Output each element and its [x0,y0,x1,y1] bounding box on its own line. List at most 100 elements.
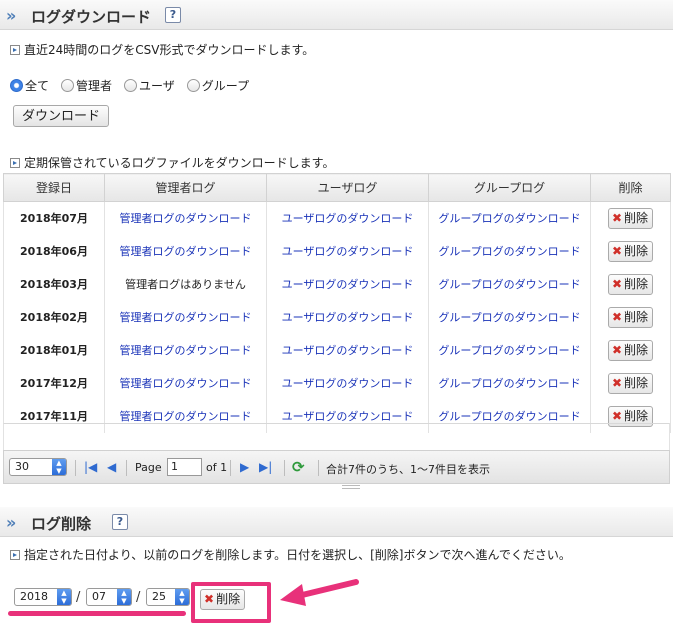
user-log-download-link[interactable]: ユーザログのダウンロード [282,212,414,225]
column-header-date[interactable]: 登録日 [3,173,105,202]
table-header-row: 登録日 管理者ログ ユーザログ グループログ 削除 [3,173,671,202]
refresh-icon[interactable]: ⟳ [292,458,305,476]
resize-grip-icon[interactable] [342,485,360,489]
pager-summary: 合計7件のうち、1〜7件目を表示 [326,463,490,476]
download-section-header: » ログダウンロード ? [0,0,673,30]
next-page-icon[interactable]: ▶ [240,460,249,474]
delete-section-title: ログ削除 [31,515,92,533]
select-arrows-icon: ▲ ▼ [175,589,189,605]
annotation-underline [8,611,186,616]
radio-user[interactable]: ユーザ [124,77,175,94]
radio-checked-icon[interactable] [10,79,23,92]
row-delete-button[interactable]: ✖ 削除 [607,372,654,394]
column-header-user-log[interactable]: ユーザログ [266,173,429,202]
row-delete-label: 削除 [624,276,649,291]
group-log-download-link[interactable]: グループログのダウンロード [438,377,580,390]
row-date: 2018年03月 [3,267,105,301]
log-files-table: 登録日 管理者ログ ユーザログ グループログ 削除 2018年07月 管理者ログ… [3,173,671,433]
admin-log-download-link[interactable]: 管理者ログのダウンロード [120,311,252,324]
pager-separator [75,460,76,476]
page-of-label: of 1 [206,461,228,474]
day-value: 25 [152,590,166,603]
radio-unchecked-icon[interactable] [124,79,138,92]
pager-separator [230,460,231,476]
group-log-download-link[interactable]: グループログのダウンロード [438,278,580,291]
year-select[interactable]: 2018 ▲ ▼ [14,588,72,606]
user-log-download-link[interactable]: ユーザログのダウンロード [282,410,414,423]
first-page-icon[interactable]: |◀ [84,460,97,474]
row-delete-label: 削除 [624,210,649,225]
user-log-download-link[interactable]: ユーザログのダウンロード [282,377,414,390]
x-icon: ✖ [611,276,623,291]
row-delete-button[interactable]: ✖ 削除 [607,207,654,229]
x-icon: ✖ [611,375,623,390]
help-icon[interactable]: ? [165,7,181,23]
row-delete-button[interactable]: ✖ 削除 [607,240,654,262]
admin-log-download-link[interactable]: 管理者ログのダウンロード [120,410,252,423]
user-log-download-link[interactable]: ユーザログのダウンロード [282,245,414,258]
day-select[interactable]: 25 ▲ ▼ [146,588,190,606]
admin-log-download-link[interactable]: 管理者ログのダウンロード [120,245,252,258]
date-separator: / [136,590,141,605]
download-button[interactable]: ダウンロード [13,105,110,127]
archived-log-note-text: 定期保管されているログファイルをダウンロードします。 [24,156,335,170]
prev-page-icon[interactable]: ◀ [107,460,116,474]
user-log-download-link[interactable]: ユーザログのダウンロード [282,344,414,357]
arrow-bullet-icon [10,550,20,560]
annotation-highlight-box [191,582,271,623]
pager-separator [318,460,319,476]
column-header-delete[interactable]: 削除 [590,173,671,202]
admin-log-download-link[interactable]: 管理者ログのダウンロード [120,377,252,390]
delete-note-text: 指定された日付より、以前のログを削除します。日付を選択し、[削除]ボタンで次へ進… [24,548,571,562]
radio-admin[interactable]: 管理者 [61,77,112,94]
select-arrows-icon: ▲ ▼ [117,589,131,605]
row-delete-label: 削除 [624,408,649,423]
help-icon[interactable]: ? [112,514,128,530]
user-log-download-link[interactable]: ユーザログのダウンロード [282,278,414,291]
row-delete-button[interactable]: ✖ 削除 [607,339,654,361]
delete-note: 指定された日付より、以前のログを削除します。日付を選択し、[削除]ボタンで次へ進… [10,546,571,563]
row-delete-button[interactable]: ✖ 削除 [607,273,654,295]
year-value: 2018 [20,590,48,603]
page-number-input[interactable]: 1 [167,458,202,476]
admin-log-download-link[interactable]: 管理者ログのダウンロード [120,212,252,225]
month-select[interactable]: 07 ▲ ▼ [86,588,132,606]
row-delete-label: 削除 [624,243,649,258]
group-log-download-link[interactable]: グループログのダウンロード [438,245,580,258]
group-log-download-link[interactable]: グループログのダウンロード [438,212,580,225]
row-date: 2018年06月 [3,234,105,268]
group-log-download-link[interactable]: グループログのダウンロード [438,344,580,357]
row-date: 2017年12月 [3,366,105,400]
pager-separator [126,460,127,476]
user-log-download-link[interactable]: ユーザログのダウンロード [282,311,414,324]
radio-all[interactable]: 全て [10,77,49,94]
column-header-group-log[interactable]: グループログ [428,173,591,202]
page-label: Page [135,461,162,474]
page-size-value: 30 [15,460,29,473]
last-page-icon[interactable]: ▶| [259,460,272,474]
radio-user-label: ユーザ [139,79,175,93]
download-section-title: ログダウンロード [31,8,152,26]
annotation-arrow-icon [280,579,359,606]
arrow-bullet-icon [10,45,20,55]
row-delete-label: 削除 [624,342,649,357]
row-delete-button[interactable]: ✖ 削除 [607,306,654,328]
double-chevron-icon: » [6,6,16,25]
radio-unchecked-icon[interactable] [61,79,75,92]
radio-unchecked-icon[interactable] [186,79,200,92]
column-header-admin-log[interactable]: 管理者ログ [104,173,267,202]
select-arrows-icon: ▲ ▼ [52,459,66,475]
admin-log-download-link[interactable]: 管理者ログのダウンロード [120,344,252,357]
page-size-select[interactable]: 30 ▲ ▼ [9,458,67,476]
delete-section-header: » ログ削除 ? [0,507,673,537]
table-row: 2018年02月 管理者ログのダウンロード ユーザログのダウンロード グループロ… [3,300,671,334]
x-icon: ✖ [611,408,623,423]
pagination-bar: 30 ▲ ▼ |◀ ◀ Page 1 of 1 ▶ ▶| ⟳ 合計7件のうち、1〜… [3,450,670,484]
table-empty-area [3,423,670,450]
group-log-download-link[interactable]: グループログのダウンロード [438,410,580,423]
group-log-download-link[interactable]: グループログのダウンロード [438,311,580,324]
radio-group[interactable]: グループ [186,77,249,94]
log-type-radio-group: 全て 管理者 ユーザ グループ [10,77,249,94]
select-arrows-icon: ▲ ▼ [57,589,71,605]
table-row: 2018年07月 管理者ログのダウンロード ユーザログのダウンロード グループロ… [3,201,671,235]
